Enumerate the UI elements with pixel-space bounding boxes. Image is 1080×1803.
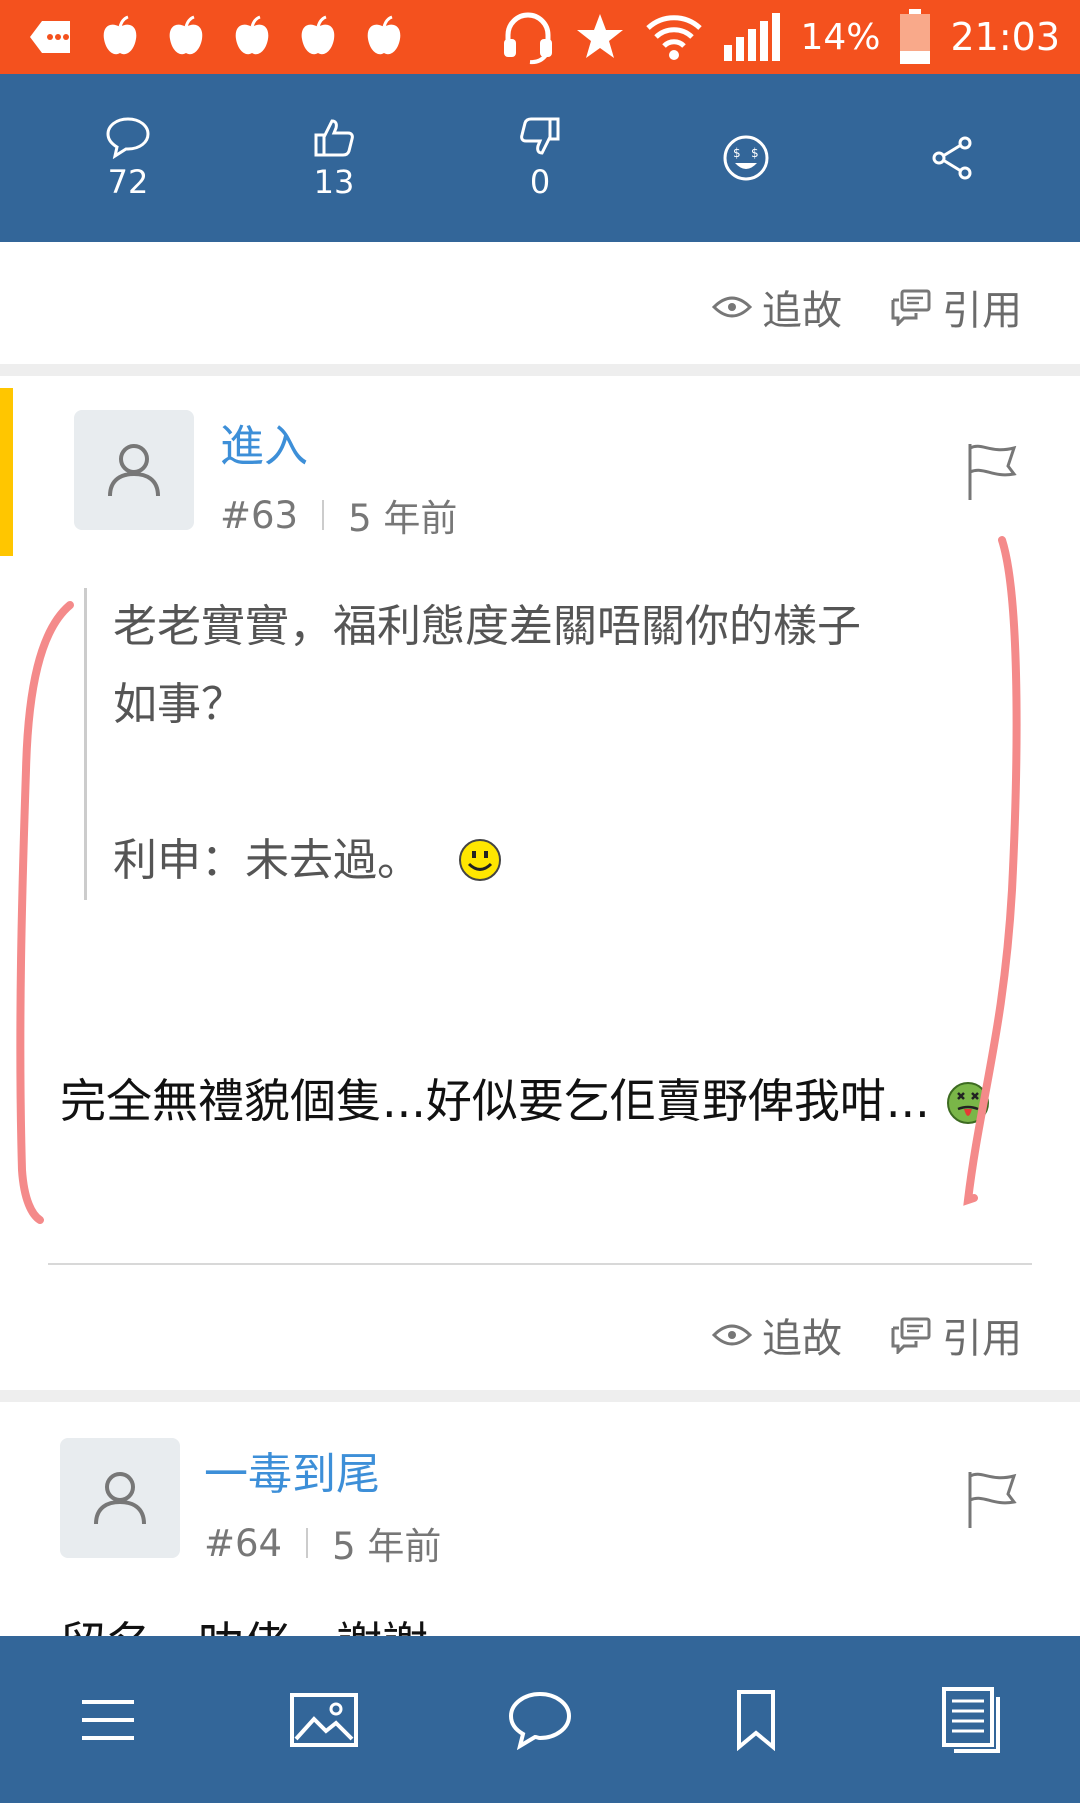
username[interactable]: 進入 [220, 410, 308, 474]
pages-button[interactable] [912, 1636, 1032, 1803]
quote-icon [891, 1317, 931, 1354]
apple-notification-icon [235, 15, 269, 55]
quote-label: 引用 [942, 288, 1022, 334]
post-action-bar: 72 13 0 $ $ [0, 74, 1080, 242]
post-time: 5 年前 [348, 497, 458, 540]
username[interactable]: 一毒到尾 [204, 1438, 380, 1502]
share-button[interactable] [892, 74, 1012, 242]
headset-icon [504, 12, 553, 65]
highlight-accent-bar [0, 388, 13, 556]
follow-label: 追故 [762, 1316, 842, 1362]
previous-post-actions: 追故 引用 [712, 278, 1022, 336]
like-button[interactable]: 13 [274, 74, 394, 242]
bottom-navigation [0, 1636, 1080, 1803]
quote-line-text: 利申：未去過。 [113, 835, 421, 886]
bookmark-button[interactable] [696, 1636, 816, 1803]
sick-emoji-icon [947, 1082, 990, 1124]
eye-icon [712, 1324, 752, 1346]
post-body-preview: 留名，叻佬，謝謝 [60, 1604, 428, 1636]
comments-count: 72 [107, 163, 149, 201]
smiley-emoji-icon [459, 839, 501, 881]
comments-button[interactable]: 72 [68, 74, 188, 242]
battery-percentage: 14% [800, 16, 881, 58]
comment-icon [508, 1691, 572, 1750]
svg-text:$: $ [733, 146, 741, 160]
quote-icon [891, 289, 931, 326]
quote-line: 如事？ [113, 679, 245, 730]
image-icon [290, 1692, 358, 1747]
money-face-icon: $ $ [723, 135, 769, 181]
apple-notification-icon [169, 15, 203, 55]
bookmark-icon [737, 1689, 775, 1751]
image-button[interactable] [264, 1636, 384, 1803]
post-divider [48, 1263, 1032, 1265]
dislikes-count: 0 [529, 163, 551, 201]
eye-icon [712, 296, 752, 318]
follow-button[interactable]: 追故 [712, 278, 842, 336]
quote-button[interactable]: 引用 [890, 278, 1022, 336]
menu-button[interactable] [48, 1636, 168, 1803]
share-icon [932, 136, 972, 180]
quote-line [113, 744, 1043, 822]
meta-separator [306, 1528, 309, 1558]
post-meta: #64 5 年前 [204, 1516, 441, 1570]
message-notification-icon [30, 21, 70, 53]
signal-icon [724, 13, 781, 61]
section-separator [0, 1390, 1080, 1402]
quote-line: 老老實實，福利態度差關唔關你的樣子 [113, 601, 861, 652]
dislike-button[interactable]: 0 [480, 74, 600, 242]
apple-notification-icon [301, 15, 335, 55]
post-63-actions: 追故 引用 [712, 1306, 1022, 1364]
apple-notification-icon [367, 15, 401, 55]
reply-button[interactable] [480, 1636, 600, 1803]
comment-icon [106, 117, 150, 159]
report-flag-icon[interactable] [962, 440, 1022, 504]
system-status: 14% 21:03 [500, 0, 1060, 74]
meta-separator [322, 500, 325, 530]
avatar[interactable] [60, 1438, 180, 1558]
reaction-button[interactable]: $ $ [686, 74, 806, 242]
avatar[interactable] [74, 410, 194, 530]
post-number: #63 [220, 493, 299, 537]
report-flag-icon[interactable] [962, 1468, 1022, 1532]
user-icon [108, 444, 160, 497]
svg-text:$: $ [751, 146, 759, 160]
quoted-text: 老老實實，福利態度差關唔關你的樣子 如事？ 利申：未去過。 [84, 588, 1043, 900]
hamburger-menu-icon [82, 1699, 134, 1740]
wifi-icon [646, 15, 703, 60]
likes-count: 13 [313, 163, 355, 201]
post-body: 完全無禮貌個隻...好似要乞佢賣野俾我咁... [60, 1060, 1020, 1142]
quote-button[interactable]: 引用 [890, 1306, 1022, 1364]
section-separator [0, 364, 1080, 376]
post-time: 5 年前 [332, 1525, 442, 1568]
notification-icons [28, 14, 404, 60]
user-icon [94, 1472, 146, 1525]
battery-icon [900, 9, 931, 64]
quote-line: 利申：未去過。 [113, 822, 1043, 900]
thumbs-up-icon [314, 119, 354, 157]
post-meta: #63 5 年前 [220, 488, 457, 542]
thumbs-down-icon [520, 117, 560, 155]
status-bar: 14% 21:03 [0, 0, 1080, 74]
post-number: #64 [204, 1521, 283, 1565]
follow-label: 追故 [762, 288, 842, 334]
quote-label: 引用 [942, 1316, 1022, 1362]
star-icon [577, 14, 624, 58]
follow-button[interactable]: 追故 [712, 1306, 842, 1364]
document-list-icon [942, 1686, 1000, 1753]
clock: 21:03 [950, 15, 1060, 59]
apple-notification-icon [103, 15, 137, 55]
post-body-text: 完全無禮貌個隻...好似要乞佢賣野俾我咁... [60, 1074, 930, 1128]
